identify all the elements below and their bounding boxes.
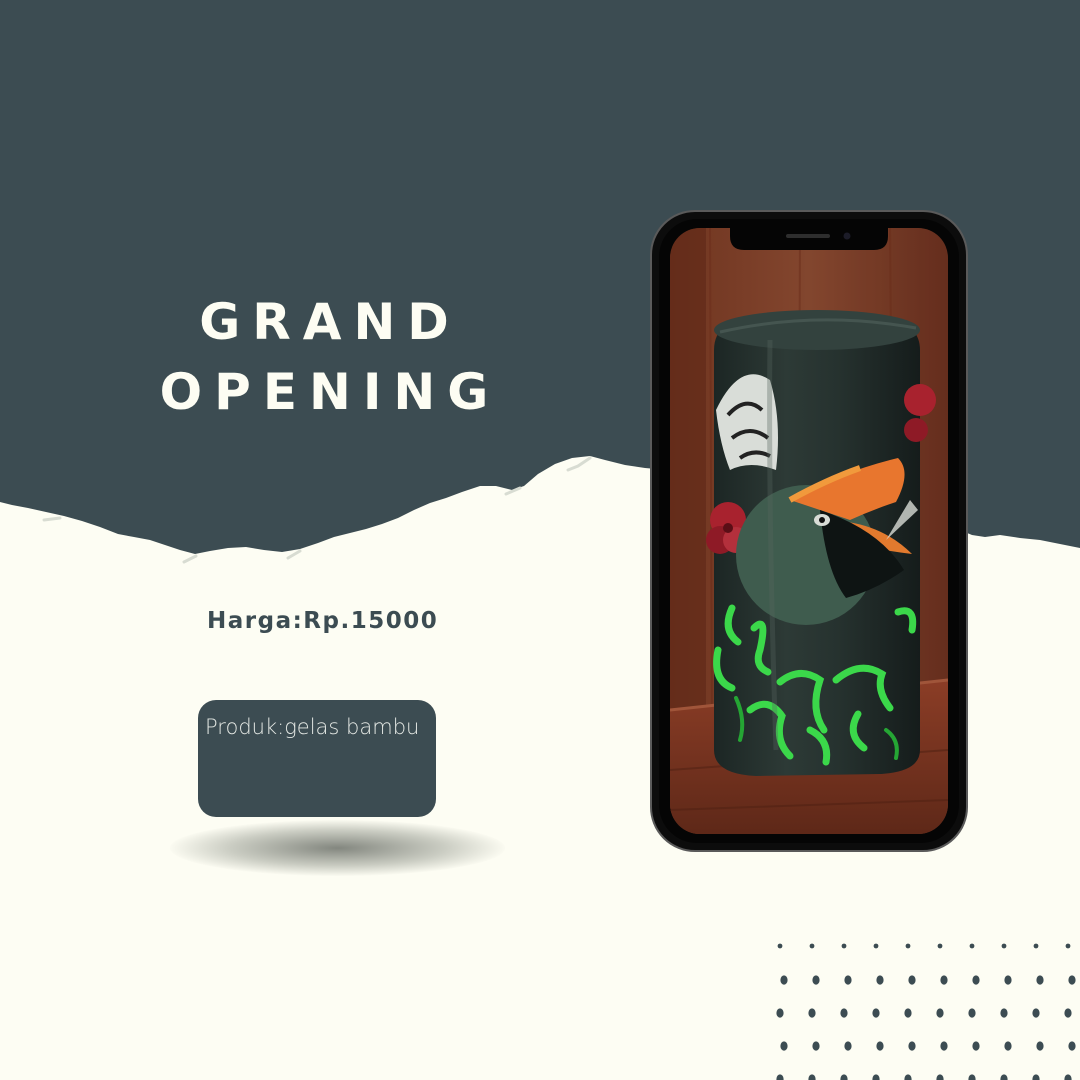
dot [780, 1041, 788, 1051]
dot [1065, 943, 1071, 949]
dot [808, 1008, 816, 1018]
dot [808, 1074, 816, 1080]
dot [812, 1041, 820, 1051]
dot [844, 975, 852, 985]
dot [776, 1074, 784, 1080]
dot [905, 943, 911, 949]
price-label: Harga:Rp.15000 [207, 608, 439, 634]
dot [1001, 943, 1007, 949]
dot [1064, 1008, 1072, 1018]
dot [972, 975, 980, 985]
dot [968, 1074, 976, 1080]
dot [809, 943, 815, 949]
dot-pattern-icon [776, 943, 1076, 1080]
dot [840, 1074, 848, 1080]
dot [1068, 1041, 1076, 1051]
dot [844, 1041, 852, 1051]
dot [1032, 1008, 1040, 1018]
dot [873, 943, 879, 949]
dot [841, 943, 847, 949]
dot [1064, 1074, 1072, 1080]
dot [776, 1008, 784, 1018]
dot [876, 975, 884, 985]
dot [876, 1041, 884, 1051]
dot [872, 1074, 880, 1080]
dot [1000, 1008, 1008, 1018]
headline-line-1: GRAND [199, 293, 461, 351]
poster-canvas: GRAND OPENING Harga:Rp.15000 Produk:gela… [0, 0, 1080, 1080]
dot [1032, 1074, 1040, 1080]
product-label: Produk:gelas bambu [205, 715, 420, 739]
dot [1033, 943, 1039, 949]
dot [1004, 975, 1012, 985]
dot [940, 975, 948, 985]
dot [972, 1041, 980, 1051]
product-photo [670, 228, 948, 834]
dot [940, 1041, 948, 1051]
headline-line-2: OPENING [159, 363, 501, 421]
dot [1036, 975, 1044, 985]
dot [936, 1074, 944, 1080]
dot [1036, 1041, 1044, 1051]
dot [872, 1008, 880, 1018]
dot [968, 1008, 976, 1018]
dot [937, 943, 943, 949]
dot [777, 943, 783, 949]
dot [1004, 1041, 1012, 1051]
dot [908, 975, 916, 985]
dot [904, 1008, 912, 1018]
dot [904, 1074, 912, 1080]
dot [908, 1041, 916, 1051]
dot [1068, 975, 1076, 985]
phone-mockup [650, 210, 968, 852]
dot [812, 975, 820, 985]
product-box: Produk:gelas bambu [198, 700, 436, 817]
dot [780, 975, 788, 985]
dot [936, 1008, 944, 1018]
dot [840, 1008, 848, 1018]
dot [969, 943, 975, 949]
dot [1000, 1074, 1008, 1080]
box-shadow [170, 820, 505, 876]
